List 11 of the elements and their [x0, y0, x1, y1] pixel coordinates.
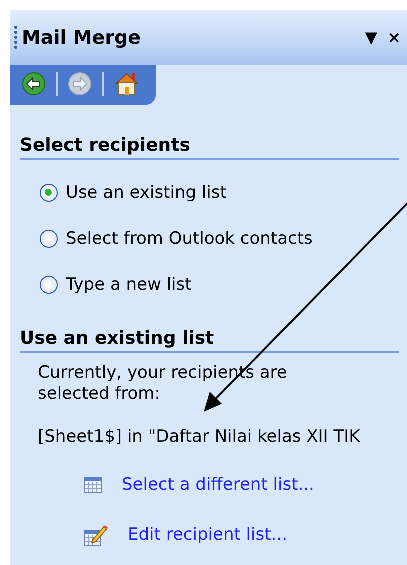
section-heading: Select recipients [20, 135, 399, 160]
option-label[interactable]: Select from Outlook contacts [66, 229, 313, 249]
task-link[interactable]: Select a different list... [122, 475, 314, 495]
pane-title: Mail Merge [22, 26, 142, 48]
source-text: [Sheet1$] in "Daftar Nilai kelas XII TIK [38, 427, 362, 447]
task-link[interactable]: Edit recipient list... [128, 525, 288, 545]
dropdown-arrow[interactable]: ▼ [365, 28, 378, 47]
section-heading: Use an existing list [20, 328, 399, 353]
close-button[interactable]: × [388, 28, 401, 47]
option-label[interactable]: Type a new list [66, 275, 192, 295]
option-label[interactable]: Use an existing list [66, 183, 227, 203]
